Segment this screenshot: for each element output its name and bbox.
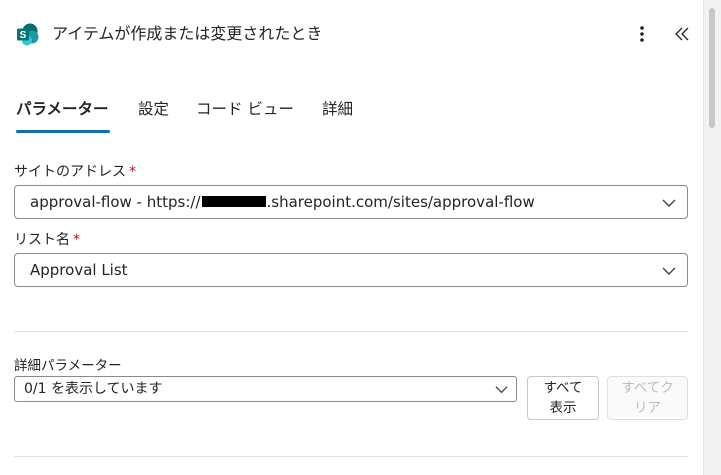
tab-settings[interactable]: 設定 <box>138 98 169 120</box>
trigger-panel: S アイテムが作成または変更されたとき パラメーター 設定 コード ビュー 詳細… <box>0 0 703 475</box>
required-mark: * <box>73 232 80 248</box>
chevron-down-icon <box>662 199 676 207</box>
tab-code-view[interactable]: コード ビュー <box>196 98 294 120</box>
tab-details[interactable]: 詳細 <box>322 98 353 120</box>
collapse-panel-button[interactable] <box>668 20 696 48</box>
required-mark: * <box>129 164 136 180</box>
list-name-value: Approval List <box>30 261 128 279</box>
sharepoint-icon: S <box>16 22 40 46</box>
clear-all-button: すべてク リア <box>607 376 688 420</box>
show-all-button[interactable]: すべて 表示 <box>527 376 599 420</box>
chevron-down-icon <box>662 267 676 275</box>
list-name-label: リスト名 * <box>14 232 80 248</box>
site-address-label: サイトのアドレス * <box>14 164 136 180</box>
advanced-parameters-dropdown[interactable]: 0/1 を表示しています <box>14 376 517 402</box>
redaction-bar <box>201 196 266 207</box>
site-address-value: approval-flow - https://.sharepoint.com/… <box>30 193 535 211</box>
advanced-parameters-value: 0/1 を表示しています <box>24 381 163 397</box>
advanced-parameters-label: 詳細パラメーター <box>14 358 122 374</box>
section-divider <box>14 456 688 457</box>
svg-text:S: S <box>20 30 27 41</box>
clear-all-label: すべてク リア <box>621 380 674 416</box>
active-tab-indicator <box>16 130 110 133</box>
panel-header: S アイテムが作成または変更されたとき <box>0 0 703 66</box>
trigger-title: アイテムが作成または変更されたとき <box>52 24 323 43</box>
more-vertical-icon <box>640 26 644 42</box>
tab-parameters[interactable]: パラメーター <box>16 98 109 120</box>
more-options-button[interactable] <box>628 20 656 48</box>
show-all-label: すべて 表示 <box>543 380 583 416</box>
chevron-down-icon <box>495 386 508 394</box>
list-name-dropdown[interactable]: Approval List <box>14 253 688 287</box>
scrollbar-thumb[interactable] <box>709 8 715 128</box>
site-address-dropdown[interactable]: approval-flow - https://.sharepoint.com/… <box>14 185 688 219</box>
section-divider <box>14 331 688 332</box>
panel-scrollbar[interactable] <box>703 0 721 475</box>
double-chevron-left-icon <box>675 27 689 41</box>
